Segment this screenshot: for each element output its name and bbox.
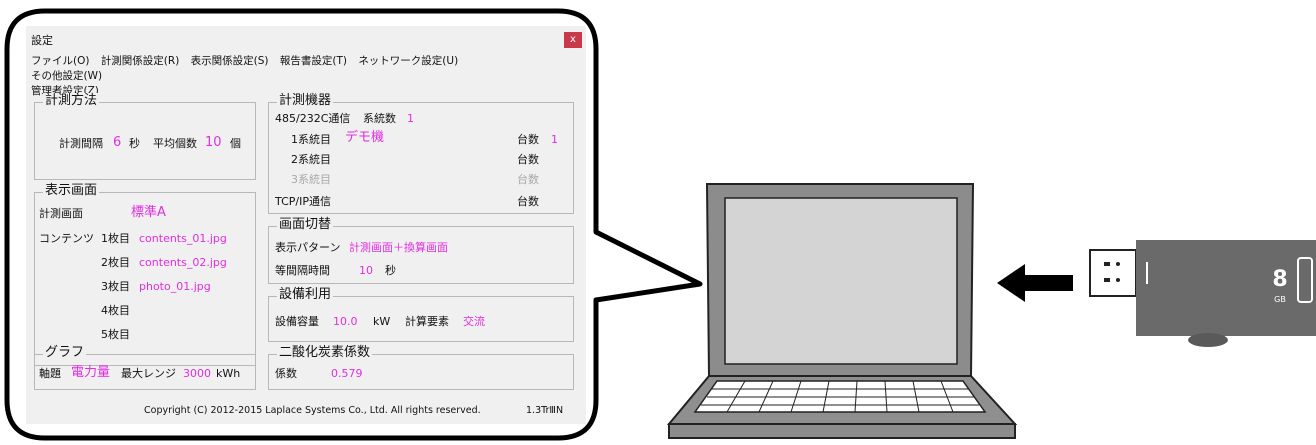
- screen-switch-title: 画面切替: [277, 217, 334, 233]
- avg-value[interactable]: 10: [205, 136, 222, 150]
- range-label: 最大レンジ: [121, 367, 176, 380]
- screen-value[interactable]: 標準A: [131, 206, 166, 220]
- system2-label: 2系統目: [291, 153, 331, 166]
- capacity-unit: kW: [373, 315, 391, 328]
- menu-display-settings[interactable]: 表示関係設定(S): [191, 55, 269, 67]
- capacity-label: 設備容量: [275, 315, 319, 328]
- axis-label: 軸題: [39, 367, 61, 380]
- system3-label: 3系統目: [291, 173, 331, 186]
- screen-switch-group: 画面切替 表示パターン 計測画面＋換算画面 等間隔時間 10 秒: [268, 217, 574, 284]
- co2-coef-label: 係数: [275, 367, 297, 380]
- switch-interval-unit: 秒: [385, 264, 396, 277]
- system1-count[interactable]: 1: [551, 133, 558, 147]
- equipment-title: 設備利用: [277, 287, 334, 303]
- close-button[interactable]: x: [564, 32, 582, 48]
- content4-label: 4枚目: [101, 304, 130, 317]
- system1-label: 1系統目: [291, 133, 331, 146]
- contents-label: コンテンツ: [39, 232, 94, 245]
- co2-coef-value[interactable]: 0.579: [331, 367, 363, 381]
- tcp-label: TCP/IP通信: [275, 195, 331, 208]
- arrow-left-icon: [997, 264, 1073, 302]
- menu-network-settings[interactable]: ネットワーク設定(U): [358, 55, 458, 67]
- menu-file[interactable]: ファイル(O): [31, 55, 89, 67]
- axis-value[interactable]: 電力量: [71, 366, 110, 380]
- display-title: 表示画面: [43, 183, 100, 199]
- pattern-label: 表示パターン: [275, 241, 341, 254]
- content3-label: 3枚目: [101, 280, 130, 293]
- switch-interval-label: 等間隔時間: [275, 264, 330, 277]
- settings-window: 設定 x ファイル(O) 計測関係設定(R) 表示関係設定(S) 報告書設定(T…: [26, 26, 586, 424]
- system3-count-label: 台数: [517, 173, 539, 186]
- switch-interval-value[interactable]: 10: [359, 264, 373, 278]
- content5-label: 5枚目: [101, 328, 130, 341]
- graph-title: グラフ: [43, 345, 87, 361]
- screen-label: 計測画面: [39, 207, 83, 220]
- menu-other-settings[interactable]: その他設定(W): [31, 70, 102, 82]
- capacity-value[interactable]: 10.0: [333, 315, 358, 329]
- range-unit: kWh: [216, 367, 241, 380]
- instrument-group: 計測機器 485/232C通信 系統数 1 1系統目 デモ機 台数 1 2系統目…: [268, 93, 574, 214]
- interval-value[interactable]: 6: [113, 136, 121, 150]
- laptop-icon: [666, 183, 1018, 439]
- interval-label: 計測間隔: [59, 137, 103, 150]
- menu-report-settings[interactable]: 報告書設定(T): [280, 55, 347, 67]
- content2-file[interactable]: contents_02.jpg: [139, 256, 227, 270]
- usb-unit: GB: [1274, 295, 1286, 304]
- measure-method-group: 計測方法 計測間隔 6 秒 平均個数 10 個: [34, 93, 256, 180]
- co2-title: 二酸化炭素係数: [277, 345, 373, 361]
- calc-label: 計算要素: [405, 315, 449, 328]
- equipment-group: 設備利用 設備容量 10.0 kW 計算要素 交流: [268, 287, 574, 342]
- pattern-value[interactable]: 計測画面＋換算画面: [349, 241, 448, 255]
- window-title: 設定: [31, 34, 53, 47]
- display-group: 表示画面 計測画面 標準A コンテンツ 1枚目 contents_01.jpg …: [34, 183, 256, 366]
- copyright-text: Copyright (C) 2012-2015 Laplace Systems …: [144, 405, 481, 416]
- avg-unit: 個: [230, 137, 241, 150]
- interval-unit: 秒: [129, 137, 140, 150]
- content2-label: 2枚目: [101, 256, 130, 269]
- tcp-count-label: 台数: [517, 195, 539, 208]
- systems-value[interactable]: 1: [407, 112, 414, 126]
- systems-label: 系統数: [363, 112, 396, 125]
- co2-group: 二酸化炭素係数 係数 0.579: [268, 345, 574, 390]
- measure-method-title: 計測方法: [43, 93, 100, 109]
- usb-drive-icon: 8 GB: [1089, 240, 1316, 347]
- menu-measure-settings[interactable]: 計測関係設定(R): [101, 55, 180, 67]
- content1-label: 1枚目: [101, 232, 130, 245]
- content1-file[interactable]: contents_01.jpg: [139, 232, 227, 246]
- system1-device[interactable]: デモ機: [345, 131, 384, 145]
- avg-label: 平均個数: [153, 137, 197, 150]
- graph-group: グラフ 軸題 電力量 最大レンジ 3000 kWh: [34, 345, 256, 390]
- version-text: 1.3TrⅢN: [526, 405, 564, 416]
- range-value[interactable]: 3000: [183, 367, 211, 381]
- content3-file[interactable]: photo_01.jpg: [139, 280, 211, 294]
- system1-count-label: 台数: [517, 133, 539, 146]
- usb-capacity: 8: [1272, 267, 1287, 292]
- calc-value[interactable]: 交流: [463, 315, 485, 329]
- system2-count-label: 台数: [517, 153, 539, 166]
- instrument-title: 計測機器: [277, 93, 334, 109]
- comm-label: 485/232C通信: [275, 112, 351, 125]
